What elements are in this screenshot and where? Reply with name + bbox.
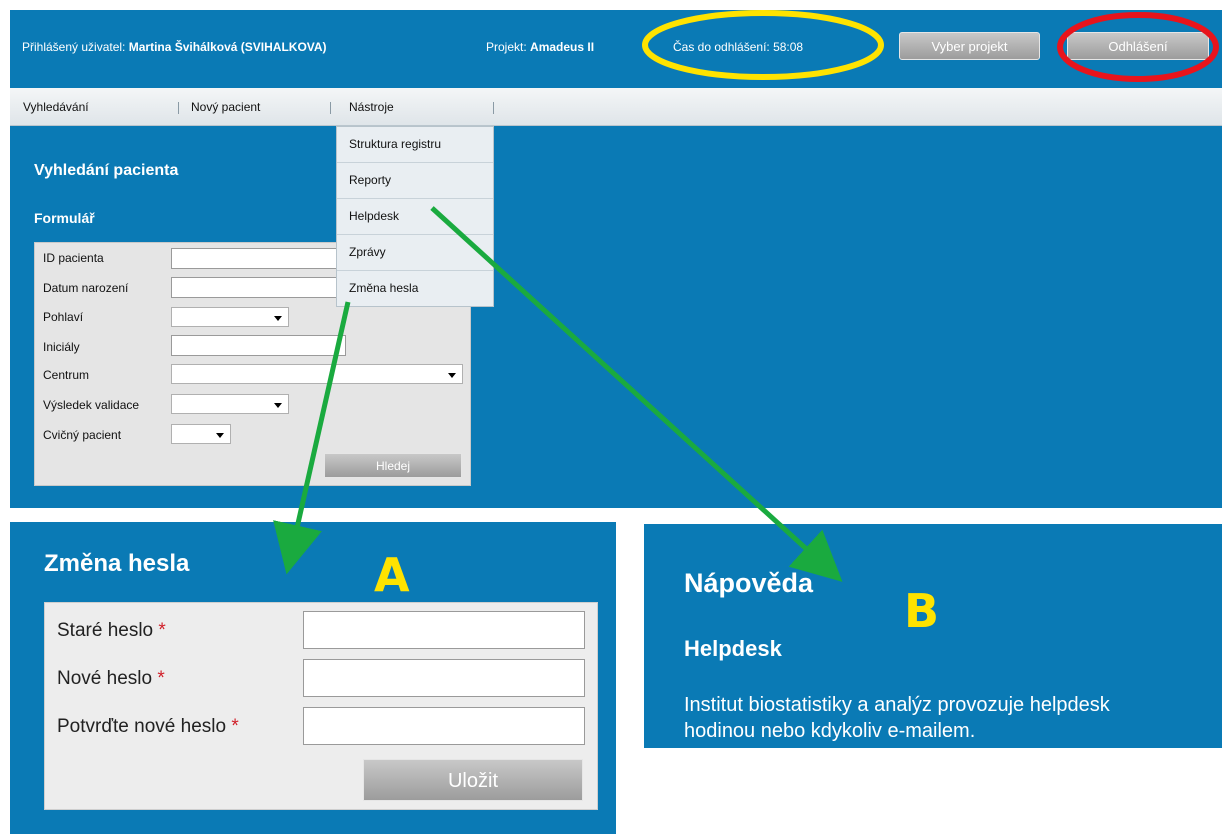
patient-id-input[interactable] — [171, 248, 347, 269]
chevron-down-icon — [274, 403, 282, 408]
birth-date-label: Datum narození — [43, 281, 129, 295]
menu-separator — [493, 102, 494, 114]
old-password-label: Staré heslo * — [57, 620, 166, 641]
dropdown-item-reports[interactable]: Reporty — [337, 163, 493, 199]
page-title: Vyhledání pacienta — [34, 162, 179, 179]
helpdesk-subtitle: Helpdesk — [684, 636, 782, 661]
app-screenshot-main: Přihlášený uživatel: Martina Švihálková … — [10, 10, 1222, 508]
menu-separator — [330, 102, 331, 114]
project-label: Projekt: — [486, 40, 527, 54]
help-text-line-2: hodinou nebo kdykoliv e-mailem. — [684, 720, 976, 742]
center-select[interactable] — [171, 364, 463, 384]
old-password-input[interactable] — [303, 611, 585, 649]
top-bar: Přihlášený uživatel: Martina Švihálková … — [10, 10, 1222, 86]
dropdown-item-helpdesk[interactable]: Helpdesk — [337, 199, 493, 235]
main-menu: Vyhledávání Nový pacient Nástroje — [10, 88, 1222, 126]
annotation-label-a: A — [374, 548, 410, 602]
password-change-form: Staré heslo * Nové heslo * Potvrďte nové… — [44, 602, 598, 810]
user-label: Přihlášený uživatel: — [22, 40, 126, 54]
user-name: Martina Švihálková (SVIHALKOVA) — [128, 40, 327, 54]
save-button[interactable]: Uložit — [363, 759, 583, 801]
project-info: Projekt: Amadeus II — [486, 40, 594, 54]
select-project-button[interactable]: Vyber projekt — [899, 32, 1040, 60]
validation-select[interactable] — [171, 394, 289, 414]
dropdown-item-registry-structure[interactable]: Struktura registru — [337, 127, 493, 163]
project-name: Amadeus II — [530, 40, 595, 54]
menu-item-new-patient[interactable]: Nový pacient — [191, 100, 260, 114]
validation-label: Výsledek validace — [43, 398, 140, 412]
search-button[interactable]: Hledej — [324, 453, 462, 478]
tools-dropdown-menu: Struktura registru Reporty Helpdesk Zprá… — [336, 126, 494, 307]
confirm-password-label: Potvrďte nové heslo * — [57, 716, 239, 737]
new-password-label: Nové heslo * — [57, 668, 165, 689]
chevron-down-icon — [216, 433, 224, 438]
menu-separator — [178, 102, 179, 114]
help-text-line-1: Institut biostatistiky a analýz provozuj… — [684, 694, 1110, 716]
dropdown-item-messages[interactable]: Zprávy — [337, 235, 493, 271]
password-change-panel: Změna hesla Staré heslo * Nové heslo * P… — [10, 522, 616, 834]
initials-label: Iniciály — [43, 340, 80, 354]
annotation-label-b: B — [904, 584, 940, 638]
session-timeout: Čas do odhlášení: 58:08 — [673, 40, 804, 54]
gender-select[interactable] — [171, 307, 289, 327]
birth-date-input[interactable] — [171, 277, 347, 298]
menu-item-tools[interactable]: Nástroje — [349, 100, 394, 114]
password-change-title: Změna hesla — [44, 550, 190, 577]
practice-patient-label: Cvičný pacient — [43, 428, 122, 442]
help-title: Nápověda — [684, 568, 814, 598]
dropdown-item-change-password[interactable]: Změna hesla — [337, 271, 493, 306]
form-title: Formulář — [34, 210, 95, 226]
new-password-input[interactable] — [303, 659, 585, 697]
menu-item-search[interactable]: Vyhledávání — [23, 100, 89, 114]
center-label: Centrum — [43, 368, 90, 382]
confirm-password-input[interactable] — [303, 707, 585, 745]
logged-user: Přihlášený uživatel: Martina Švihálková … — [22, 40, 327, 54]
patient-id-label: ID pacienta — [43, 251, 104, 265]
initials-input[interactable] — [171, 335, 346, 356]
chevron-down-icon — [448, 373, 456, 378]
logout-button[interactable]: Odhlášení — [1067, 32, 1209, 60]
chevron-down-icon — [274, 316, 282, 321]
practice-patient-select[interactable] — [171, 424, 231, 444]
gender-label: Pohlaví — [43, 310, 84, 324]
